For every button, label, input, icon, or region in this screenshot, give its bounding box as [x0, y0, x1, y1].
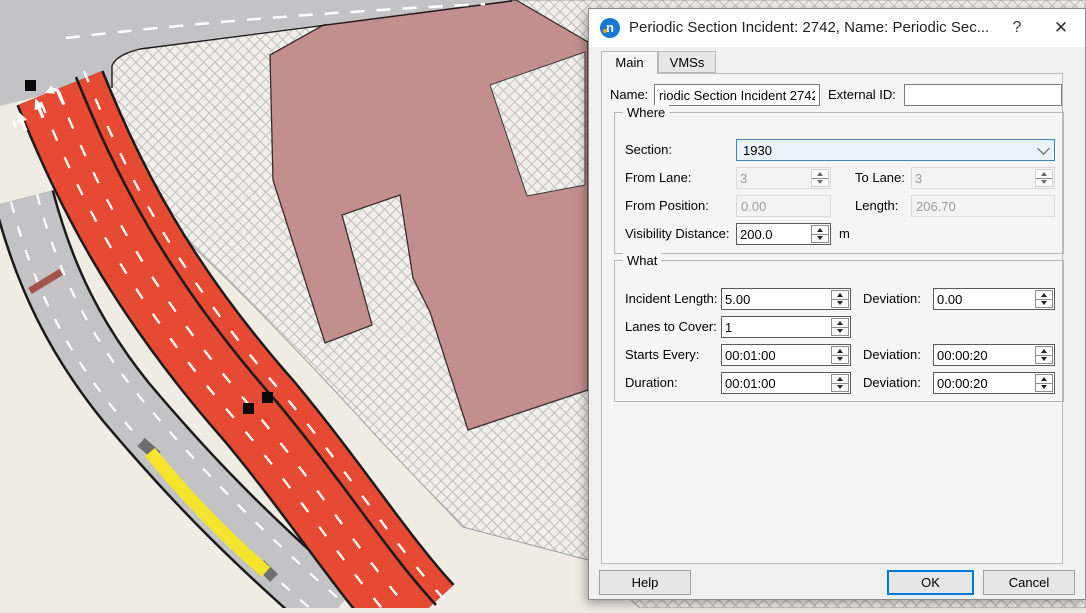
- spin-up-button[interactable]: [832, 375, 848, 384]
- duration-deviation-label: Deviation:: [863, 372, 921, 394]
- chevron-down-icon: [1037, 142, 1050, 155]
- incident-deviation-input[interactable]: [934, 289, 1034, 309]
- spin-up-button[interactable]: [832, 347, 848, 356]
- section-value: 1930: [743, 143, 1039, 158]
- spin-up-button[interactable]: [1036, 291, 1052, 300]
- spin-down-button[interactable]: [832, 300, 848, 308]
- lanes-to-cover-spinbox[interactable]: [721, 316, 851, 338]
- what-group: What Incident Length: Deviation: Lanes t…: [614, 260, 1064, 402]
- help-caption-button[interactable]: ?: [1001, 9, 1033, 47]
- length-input[interactable]: [911, 195, 1055, 217]
- selection-handle-mid-left[interactable]: [243, 403, 254, 414]
- spin-up-button[interactable]: [1036, 347, 1052, 356]
- section-label: Section:: [625, 139, 672, 161]
- duration-deviation-input[interactable]: [934, 373, 1034, 393]
- tab-main[interactable]: Main: [601, 51, 658, 74]
- ok-button[interactable]: OK: [887, 570, 974, 595]
- incident-deviation-spinbox[interactable]: [933, 288, 1055, 310]
- what-group-title: What: [623, 253, 661, 268]
- starts-deviation-spinbox[interactable]: [933, 344, 1055, 366]
- from-position-input[interactable]: [736, 195, 831, 217]
- spin-down-button[interactable]: [1036, 300, 1052, 308]
- app-icon-dot: [603, 29, 607, 33]
- spin-up-button[interactable]: [812, 226, 828, 235]
- visibility-unit-label: m: [839, 223, 850, 245]
- spin-down-button[interactable]: [1036, 356, 1052, 364]
- selection-handle-mid-right[interactable]: [262, 392, 273, 403]
- spin-up-button[interactable]: [832, 291, 848, 300]
- incident-length-label: Incident Length:: [625, 288, 718, 310]
- lanes-to-cover-input[interactable]: [722, 317, 830, 337]
- tab-vmss[interactable]: VMSs: [658, 51, 716, 73]
- where-group-title: Where: [623, 105, 669, 120]
- name-input[interactable]: [654, 84, 820, 106]
- visibility-distance-label: Visibility Distance:: [625, 223, 730, 245]
- duration-input[interactable]: [722, 373, 830, 393]
- spin-up-button[interactable]: [812, 170, 828, 179]
- incident-length-input[interactable]: [722, 289, 830, 309]
- duration-label: Duration:: [625, 372, 678, 394]
- length-label: Length:: [855, 195, 898, 217]
- external-id-input[interactable]: [904, 84, 1062, 106]
- from-position-label: From Position:: [625, 195, 709, 217]
- to-lane-label: To Lane:: [855, 167, 905, 189]
- visibility-distance-spinbox[interactable]: [736, 223, 831, 245]
- main-tab-pane: Name: External ID: Where Section: 1930 F…: [601, 73, 1063, 564]
- app-icon-letter: n: [606, 20, 614, 35]
- to-lane-input[interactable]: [912, 168, 1034, 188]
- starts-every-label: Starts Every:: [625, 344, 699, 366]
- cancel-button[interactable]: Cancel: [983, 570, 1075, 595]
- app-icon: n: [600, 18, 620, 38]
- selection-handle-top[interactable]: [25, 80, 36, 91]
- window-title: Periodic Section Incident: 2742, Name: P…: [629, 9, 989, 47]
- where-group: Where Section: 1930 From Lane: To Lane: …: [614, 112, 1064, 254]
- starts-deviation-input[interactable]: [934, 345, 1034, 365]
- spin-down-button[interactable]: [1036, 179, 1052, 187]
- spin-down-button[interactable]: [1036, 384, 1052, 392]
- duration-spinbox[interactable]: [721, 372, 851, 394]
- spin-down-button[interactable]: [812, 179, 828, 187]
- spin-down-button[interactable]: [832, 384, 848, 392]
- from-lane-spinbox[interactable]: [736, 167, 831, 189]
- starts-deviation-label: Deviation:: [863, 344, 921, 366]
- spin-down-button[interactable]: [832, 328, 848, 336]
- from-lane-label: From Lane:: [625, 167, 691, 189]
- external-id-label: External ID:: [828, 84, 896, 106]
- spin-down-button[interactable]: [832, 356, 848, 364]
- help-button[interactable]: Help: [599, 570, 691, 595]
- spin-up-button[interactable]: [832, 319, 848, 328]
- visibility-distance-input[interactable]: [737, 224, 810, 244]
- duration-deviation-spinbox[interactable]: [933, 372, 1055, 394]
- name-label: Name:: [610, 84, 648, 106]
- spin-up-button[interactable]: [1036, 375, 1052, 384]
- incident-length-spinbox[interactable]: [721, 288, 851, 310]
- to-lane-spinbox[interactable]: [911, 167, 1055, 189]
- starts-every-spinbox[interactable]: [721, 344, 851, 366]
- spin-up-button[interactable]: [1036, 170, 1052, 179]
- incident-deviation-label: Deviation:: [863, 288, 921, 310]
- section-combobox[interactable]: 1930: [736, 139, 1055, 161]
- close-button[interactable]: ✕: [1045, 9, 1077, 47]
- lanes-to-cover-label: Lanes to Cover:: [625, 316, 717, 338]
- from-lane-input[interactable]: [737, 168, 810, 188]
- spin-down-button[interactable]: [812, 235, 828, 243]
- title-bar[interactable]: n Periodic Section Incident: 2742, Name:…: [589, 9, 1085, 47]
- incident-dialog: n Periodic Section Incident: 2742, Name:…: [588, 8, 1086, 600]
- starts-every-input[interactable]: [722, 345, 830, 365]
